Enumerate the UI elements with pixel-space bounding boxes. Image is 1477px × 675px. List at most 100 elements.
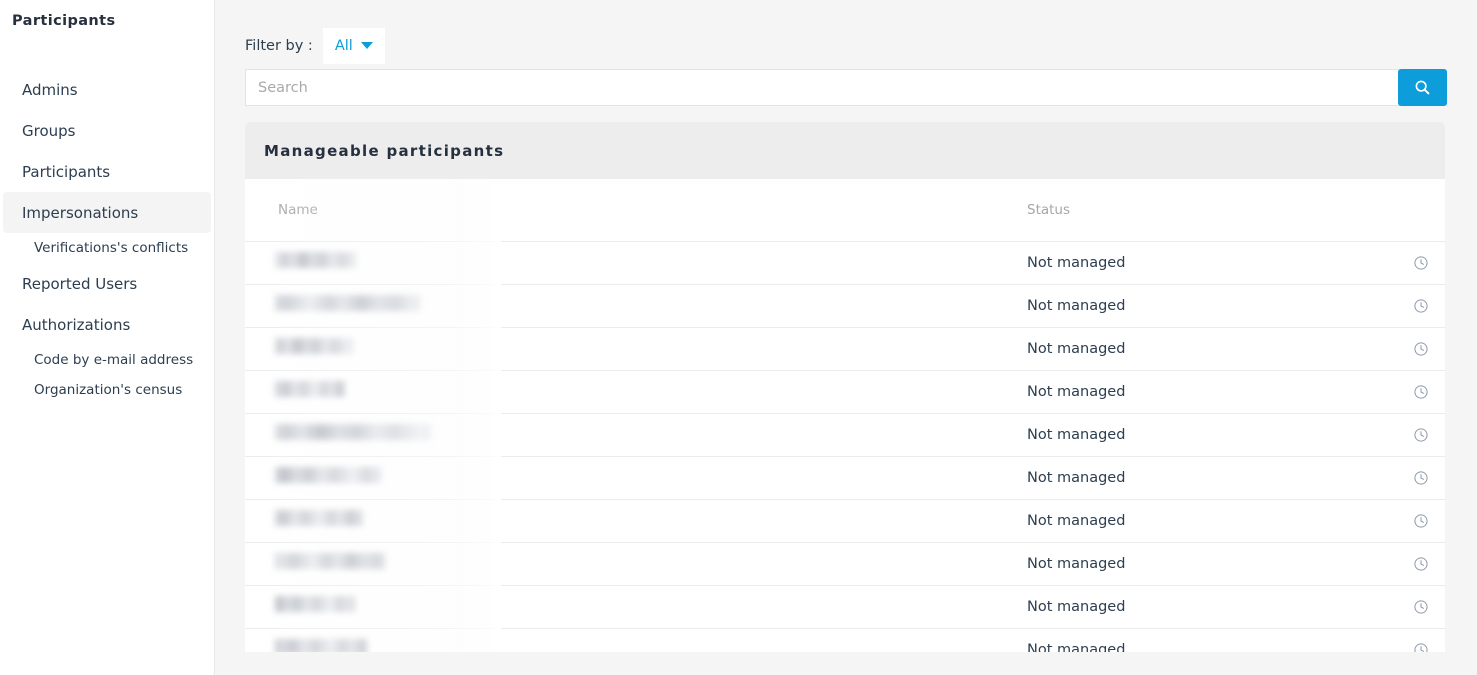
table-row[interactable]: Not managed xyxy=(245,542,1445,586)
clock-icon[interactable] xyxy=(1413,427,1429,443)
cell-action[interactable] xyxy=(1405,370,1445,414)
sidebar-item-groups[interactable]: Groups xyxy=(3,110,211,151)
sidebar: Participants Admins Groups Participants Imp… xyxy=(0,0,215,675)
cell-participant-name xyxy=(245,499,1005,543)
sidebar-item-authorizations[interactable]: Authorizations xyxy=(3,304,211,345)
cell-action[interactable] xyxy=(1405,542,1445,586)
clock-icon[interactable] xyxy=(1413,255,1429,271)
cell-status: Not managed xyxy=(1005,413,1405,457)
clock-icon[interactable] xyxy=(1413,599,1429,615)
table-row[interactable]: Not managed xyxy=(245,327,1445,371)
cell-status: Not managed xyxy=(1005,628,1405,652)
cell-participant-name xyxy=(245,542,1005,586)
cell-participant-name xyxy=(245,456,1005,500)
main-content: Filter by : All Manageable participants xyxy=(215,0,1477,675)
table-row[interactable]: Not managed xyxy=(245,628,1445,652)
clock-icon[interactable] xyxy=(1413,556,1429,572)
chevron-down-icon xyxy=(360,42,373,49)
app-root: Participants Admins Groups Participants Imp… xyxy=(0,0,1477,675)
cell-status: Not managed xyxy=(1005,542,1405,586)
sidebar-item-participants[interactable]: Participants xyxy=(3,151,211,192)
cell-action[interactable] xyxy=(1405,284,1445,328)
cell-action[interactable] xyxy=(1405,585,1445,629)
column-header-status: Status xyxy=(1005,179,1405,242)
clock-icon[interactable] xyxy=(1413,642,1429,653)
cell-status: Not managed xyxy=(1005,241,1405,285)
cell-participant-name xyxy=(245,585,1005,629)
cell-status: Not managed xyxy=(1005,456,1405,500)
cell-participant-name xyxy=(245,241,1005,285)
sidebar-item-verifications-s-conflicts[interactable]: Verifications's conflicts xyxy=(0,233,214,263)
clock-icon[interactable] xyxy=(1413,341,1429,357)
sidebar-title: Participants xyxy=(12,13,116,29)
filter-selected-value: All xyxy=(334,37,353,54)
redacted-name xyxy=(275,423,430,440)
sidebar-item-label: Organization's census xyxy=(34,382,183,398)
sidebar-item-organization-s-census[interactable]: Organization's census xyxy=(0,375,214,405)
filter-bar: Filter by : All xyxy=(215,0,1477,64)
participants-table-wrapper: Name Status Not managed Not managed Not ma… xyxy=(245,179,1445,652)
cell-status: Not managed xyxy=(1005,499,1405,543)
clock-icon[interactable] xyxy=(1413,298,1429,314)
card-title: Manageable participants xyxy=(264,141,505,160)
redacted-name xyxy=(275,638,367,652)
table-row[interactable]: Not managed xyxy=(245,370,1445,414)
sidebar-item-label: Authorizations xyxy=(22,315,131,334)
sidebar-item-label: Groups xyxy=(22,121,76,140)
redacted-name xyxy=(275,509,363,526)
clock-icon[interactable] xyxy=(1413,513,1429,529)
cell-participant-name xyxy=(245,284,1005,328)
table-row[interactable]: Not managed xyxy=(245,585,1445,629)
cell-action[interactable] xyxy=(1405,241,1445,285)
filter-label: Filter by : xyxy=(245,37,313,54)
cell-participant-name xyxy=(245,370,1005,414)
redacted-name xyxy=(275,294,420,311)
clock-icon[interactable] xyxy=(1413,384,1429,400)
redacted-name xyxy=(275,337,353,354)
search-input[interactable] xyxy=(245,69,1399,106)
cell-participant-name xyxy=(245,327,1005,371)
cell-action[interactable] xyxy=(1405,456,1445,500)
cell-status: Not managed xyxy=(1005,284,1405,328)
clock-icon[interactable] xyxy=(1413,470,1429,486)
table-head: Name Status xyxy=(245,179,1445,242)
cell-action[interactable] xyxy=(1405,327,1445,371)
sidebar-item-label: Impersonations xyxy=(22,203,139,222)
sidebar-item-impersonations[interactable]: Impersonations xyxy=(3,192,211,233)
table-row[interactable]: Not managed xyxy=(245,456,1445,500)
search-bar xyxy=(245,69,1447,106)
table-row[interactable]: Not managed xyxy=(245,499,1445,543)
table-row[interactable]: Not managed xyxy=(245,241,1445,285)
column-header-name: Name xyxy=(245,179,1005,242)
column-header-action xyxy=(1405,179,1445,242)
sidebar-nav: Admins Groups Participants Impersonations Ve… xyxy=(0,69,214,405)
cell-action[interactable] xyxy=(1405,628,1445,652)
cell-participant-name xyxy=(245,413,1005,457)
cell-action[interactable] xyxy=(1405,499,1445,543)
filter-dropdown[interactable]: All xyxy=(322,27,385,64)
sidebar-item-label: Reported Users xyxy=(22,274,138,293)
sidebar-item-label: Admins xyxy=(22,80,78,99)
sidebar-item-admins[interactable]: Admins xyxy=(3,69,211,110)
cell-status: Not managed xyxy=(1005,585,1405,629)
redacted-name xyxy=(275,595,355,612)
redacted-name xyxy=(275,466,381,483)
cell-status: Not managed xyxy=(1005,327,1405,371)
search-button[interactable] xyxy=(1398,69,1447,106)
search-icon xyxy=(1415,80,1430,95)
manageable-participants-card: Manageable participants Name Status Not … xyxy=(245,122,1445,652)
redacted-name xyxy=(275,380,345,397)
sidebar-item-label: Participants xyxy=(22,162,111,181)
sidebar-item-reported-users[interactable]: Reported Users xyxy=(3,263,211,304)
cell-action[interactable] xyxy=(1405,413,1445,457)
participants-table: Name Status Not managed Not managed Not ma… xyxy=(245,179,1445,652)
table-body: Not managed Not managed Not managed Not man… xyxy=(245,241,1445,652)
sidebar-item-label: Verifications's conflicts xyxy=(34,240,189,256)
redacted-name xyxy=(275,552,385,569)
sidebar-item-label: Code by e-mail address xyxy=(34,352,194,368)
table-header-row: Name Status xyxy=(245,179,1445,242)
table-row[interactable]: Not managed xyxy=(245,413,1445,457)
sidebar-item-code-by-e-mail-address[interactable]: Code by e-mail address xyxy=(0,345,214,375)
table-row[interactable]: Not managed xyxy=(245,284,1445,328)
cell-status: Not managed xyxy=(1005,370,1405,414)
